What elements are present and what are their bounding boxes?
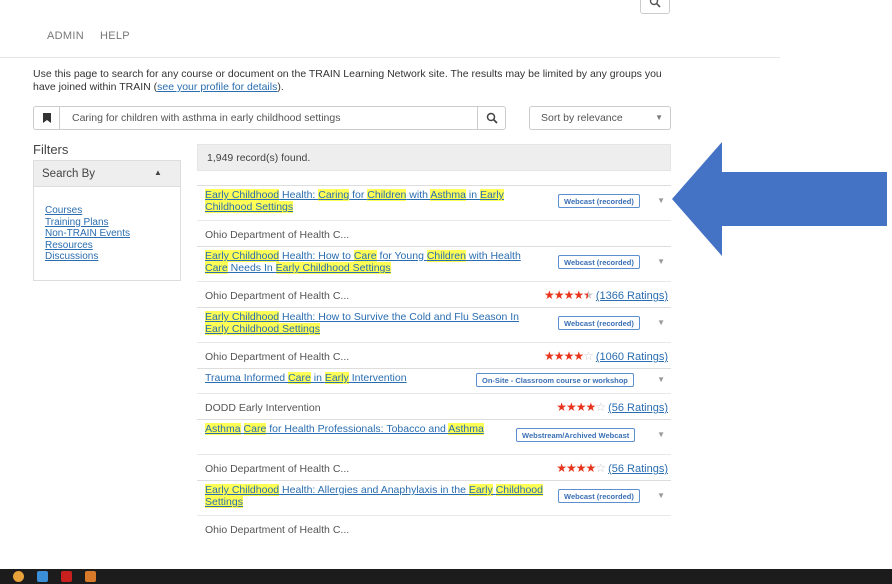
result-item: Asthma Care for Health Professionals: To… [197, 419, 671, 480]
nav-item[interactable]: DISCUSSIONS [566, 0, 645, 3]
chevron-up-icon: ▲ [154, 168, 162, 177]
nav-secondary: ADMIN HELP [47, 30, 130, 42]
result-provider: Ohio Department of Health C... [205, 524, 350, 536]
filter-link[interactable]: Training Plans [45, 217, 130, 229]
result-title-row: Early Childhood Health: Caring for Child… [197, 186, 671, 220]
intro-body: Use this page to search for any course o… [33, 68, 662, 93]
format-badge: Webcast (recorded) [558, 316, 640, 330]
search-icon [649, 0, 661, 8]
nav-item[interactable]: COURSE CATALOG [111, 0, 216, 3]
results-count: 1,949 record(s) found. [197, 144, 671, 171]
result-rating: ★★★★★ (1366 Ratings) [544, 288, 668, 302]
filter-link[interactable]: Courses [45, 205, 130, 217]
nav-item[interactable]: HOME [47, 0, 81, 3]
star-rating-icon: ★★★★★ [544, 288, 594, 302]
result-provider: DODD Early Intervention [205, 402, 321, 414]
chevron-down-icon[interactable]: ▼ [657, 375, 665, 384]
nav-item[interactable]: ADMIN [47, 30, 84, 42]
result-provider-row: DODD Early Intervention ★★★★☆ (56 Ratings) [197, 393, 671, 419]
filter-link[interactable]: Discussions [45, 251, 130, 263]
result-item: Trauma Informed Care in Early Interventi… [197, 368, 671, 419]
search-bar: Caring for children with asthma in early… [33, 106, 506, 130]
result-title-link[interactable]: Early Childhood Health: Allergies and An… [205, 484, 545, 508]
acrobat-icon[interactable] [61, 571, 72, 582]
results-list: Early Childhood Health: Caring for Child… [197, 185, 671, 541]
format-badge: Webstream/Archived Webcast [516, 428, 636, 442]
chevron-down-icon[interactable]: ▼ [657, 257, 665, 266]
format-badge: On-Site - Classroom course or workshop [476, 373, 634, 387]
format-badge: Webcast (recorded) [558, 194, 640, 208]
result-title-row: Early Childhood Health: How to Survive t… [197, 308, 671, 342]
result-provider-row: Ohio Department of Health C... ★★★★★ (1366… [197, 281, 671, 307]
result-provider-row: Ohio Department of Health C... ★★★★☆ (1060… [197, 342, 671, 368]
result-provider-row: Ohio Department of Health C... [197, 515, 671, 541]
star-rating-icon: ★★★★☆ [544, 349, 594, 363]
profile-link[interactable]: see your profile for details [157, 81, 277, 93]
top-navigation: HOME COURSE CATALOG YOUR LEARNING CALENDAR R… [0, 0, 780, 58]
bookmark-icon [42, 113, 51, 123]
result-item: Early Childhood Health: Allergies and An… [197, 480, 671, 541]
result-rating: ★★★★☆ (1060 Ratings) [544, 349, 668, 363]
chevron-down-icon[interactable]: ▼ [657, 318, 665, 327]
search-icon [486, 112, 498, 124]
filter-link[interactable]: Resources [45, 240, 130, 252]
format-badge: Webcast (recorded) [558, 255, 640, 269]
result-title-row: Asthma Care for Health Professionals: To… [197, 420, 671, 454]
result-title-link[interactable]: Early Childhood Health: How to Survive t… [205, 311, 545, 335]
filter-list: Courses Training Plans Non-TRAIN Events Res… [45, 205, 130, 263]
result-item: Early Childhood Health: How to Survive t… [197, 307, 671, 368]
result-rating: ★★★★☆ (56 Ratings) [556, 461, 668, 475]
result-provider: Ohio Department of Health C... [205, 463, 350, 475]
ratings-count-link[interactable]: (56 Ratings) [608, 463, 668, 475]
sort-select[interactable]: Sort by relevance ▼ [529, 106, 671, 130]
chevron-down-icon[interactable]: ▼ [657, 430, 665, 439]
file-explorer-icon[interactable] [37, 571, 48, 582]
nav-item[interactable]: CALENDAR [371, 0, 433, 3]
chevron-down-icon[interactable]: ▼ [657, 491, 665, 500]
os-taskbar [0, 569, 892, 584]
result-title-row: Early Childhood Health: Allergies and An… [197, 481, 671, 515]
sort-select-label: Sort by relevance [541, 112, 623, 124]
result-title-row: Trauma Informed Care in Early Interventi… [197, 369, 671, 393]
app-icon[interactable] [85, 571, 96, 582]
result-title-row: Early Childhood Health: How to Care for … [197, 247, 671, 281]
nav-primary: HOME COURSE CATALOG YOUR LEARNING CALENDAR R… [47, 0, 645, 3]
filter-section-title: Search By [42, 168, 96, 180]
ratings-count-link[interactable]: (1060 Ratings) [596, 351, 668, 363]
ratings-count-link[interactable]: (56 Ratings) [608, 402, 668, 414]
result-provider-row: Ohio Department of Health C... [197, 220, 671, 246]
chevron-down-icon: ▼ [655, 113, 663, 122]
result-title-link[interactable]: Asthma Care for Health Professionals: To… [205, 423, 545, 435]
nav-item[interactable]: HELP [100, 30, 130, 42]
result-title-link[interactable]: Early Childhood Health: Caring for Child… [205, 189, 545, 213]
result-provider-row: Ohio Department of Health C... ★★★★☆ (56 R… [197, 454, 671, 480]
result-item: Early Childhood Health: Caring for Child… [197, 185, 671, 246]
nav-item[interactable]: RESOURCES [464, 0, 536, 3]
nav-item[interactable]: YOUR LEARNING [246, 0, 341, 3]
search-input[interactable]: Caring for children with asthma in early… [72, 112, 340, 124]
intro-tail: ). [277, 81, 284, 93]
ratings-count-link[interactable]: (1366 Ratings) [596, 290, 668, 302]
search-button[interactable] [477, 107, 505, 129]
star-rating-icon: ★★★★☆ [556, 461, 606, 475]
chevron-down-icon[interactable]: ▼ [657, 196, 665, 205]
filter-section-header[interactable]: Search By ▲ [34, 161, 180, 187]
result-item: Early Childhood Health: How to Care for … [197, 246, 671, 307]
chrome-icon[interactable] [13, 571, 24, 582]
result-provider: Ohio Department of Health C... [205, 290, 350, 302]
filters-title: Filters [33, 142, 69, 157]
annotation-arrow-icon [672, 142, 887, 256]
result-provider: Ohio Department of Health C... [205, 351, 350, 363]
format-badge: Webcast (recorded) [558, 489, 640, 503]
bookmark-button[interactable] [34, 107, 60, 129]
page: HOME COURSE CATALOG YOUR LEARNING CALENDAR R… [0, 0, 892, 584]
intro-text: Use this page to search for any course o… [33, 68, 683, 94]
star-rating-icon: ★★★★☆ [556, 400, 606, 414]
result-title-link[interactable]: Early Childhood Health: How to Care for … [205, 250, 545, 274]
filter-panel: Search By ▲ Courses Training Plans Non-TRA… [33, 160, 181, 281]
result-rating: ★★★★☆ (56 Ratings) [556, 400, 668, 414]
result-provider: Ohio Department of Health C... [205, 229, 350, 241]
nav-search-button[interactable] [640, 0, 670, 14]
filter-link[interactable]: Non-TRAIN Events [45, 228, 130, 240]
